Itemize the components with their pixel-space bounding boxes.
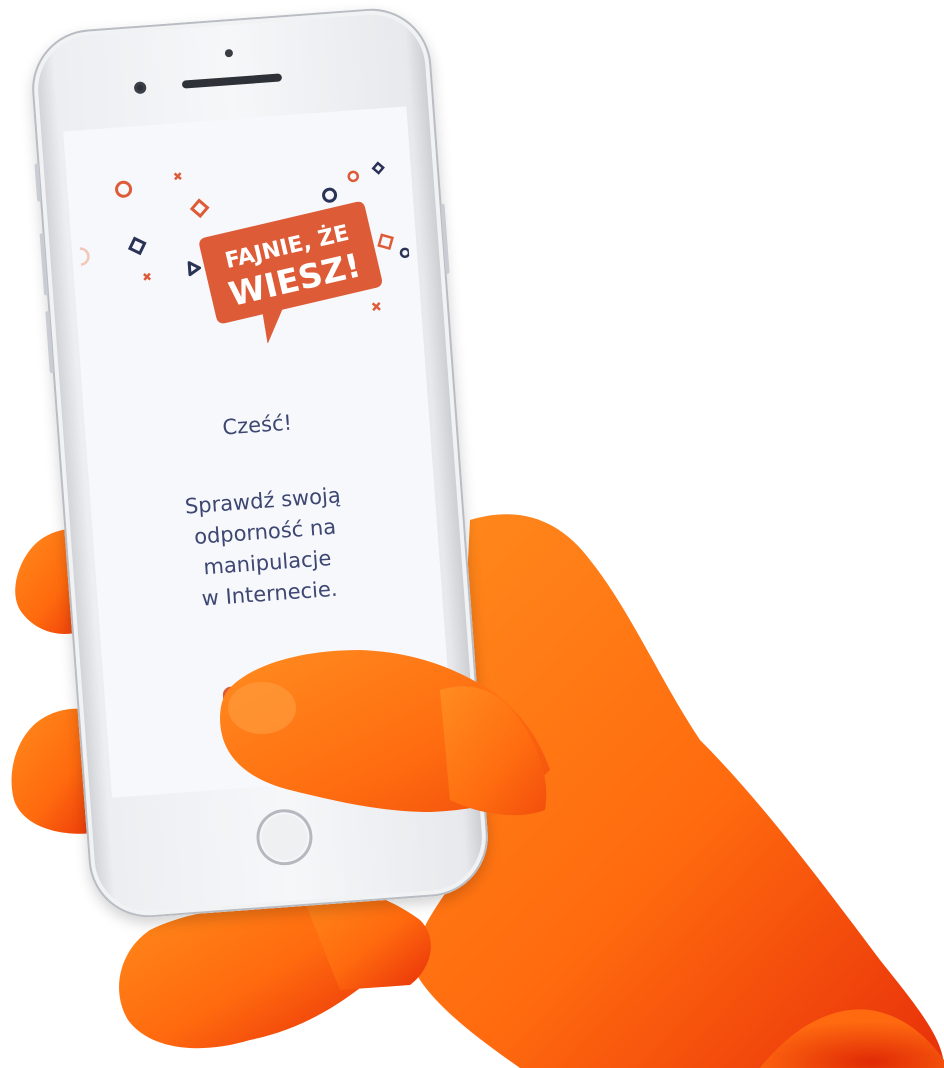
thumb-illustration [220, 650, 550, 816]
hand-holding-phone-scene: FAJNIE, ŻE WIESZ! Cześć! Sprawdź swoją o… [0, 0, 944, 1068]
thumbnail-highlight [228, 682, 296, 734]
thumb-knuckle-shape [440, 686, 547, 816]
